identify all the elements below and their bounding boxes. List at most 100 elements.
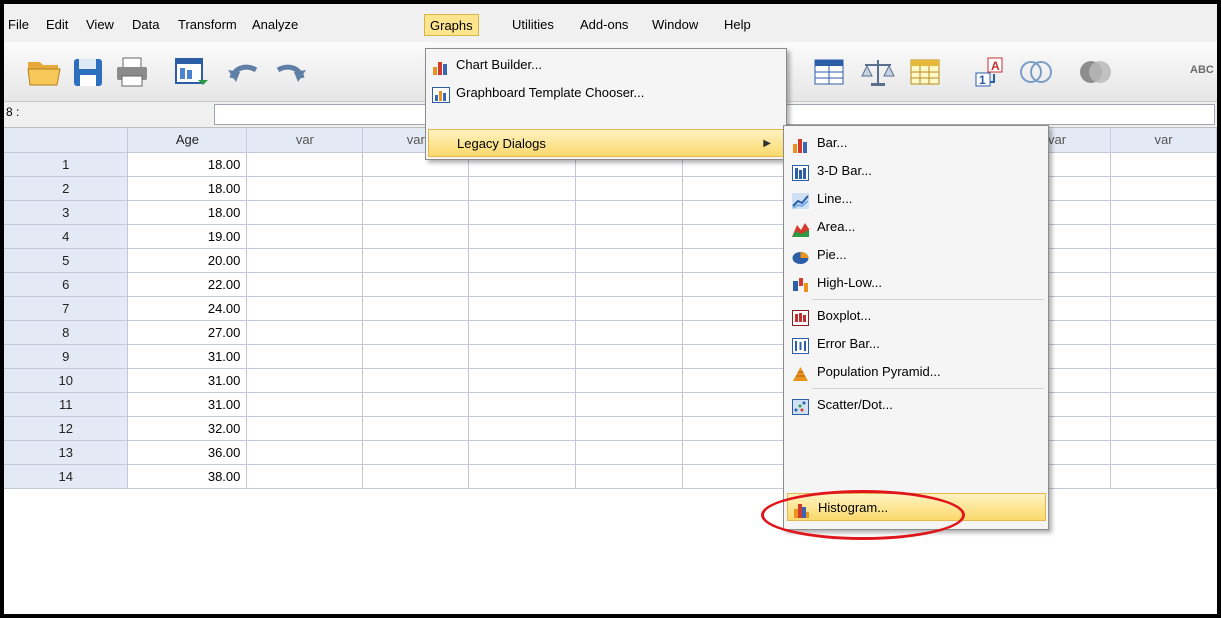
column-header-age[interactable]: Age	[127, 128, 248, 153]
menu-item-legacy-dialogs[interactable]: Legacy Dialogs ▶	[428, 129, 784, 157]
row-header[interactable]: 9	[4, 344, 129, 369]
cell-empty[interactable]	[1110, 344, 1217, 369]
cell-age[interactable]: 38.00	[127, 464, 248, 489]
cell-empty[interactable]	[246, 368, 364, 393]
cell-empty[interactable]	[1110, 416, 1217, 441]
cell-empty[interactable]	[1110, 464, 1217, 489]
menu-file[interactable]: File	[8, 14, 29, 36]
cell-empty[interactable]	[246, 248, 364, 273]
cell-empty[interactable]	[468, 272, 577, 297]
row-header[interactable]: 1	[4, 152, 129, 177]
menu-analyze[interactable]: Analyze	[252, 14, 298, 36]
redo-icon[interactable]	[272, 56, 308, 88]
cell-age[interactable]: 18.00	[127, 200, 248, 225]
spelling-icon[interactable]: ABC	[1190, 56, 1217, 88]
cell-age[interactable]: 18.00	[127, 176, 248, 201]
cell-empty[interactable]	[362, 320, 470, 345]
undo-icon[interactable]	[226, 56, 262, 88]
use-sets-icon[interactable]	[1018, 56, 1054, 88]
menu-item-error-bar[interactable]: Error Bar...	[787, 330, 1046, 358]
cell-empty[interactable]	[1110, 392, 1217, 417]
save-icon[interactable]	[70, 56, 106, 88]
cell-empty[interactable]	[468, 416, 577, 441]
cell-empty[interactable]	[682, 416, 791, 441]
cell-empty[interactable]	[468, 296, 577, 321]
row-header[interactable]: 2	[4, 176, 129, 201]
cell-empty[interactable]	[1110, 176, 1217, 201]
cell-empty[interactable]	[1110, 368, 1217, 393]
cell-empty[interactable]	[362, 344, 470, 369]
row-header[interactable]: 6	[4, 272, 129, 297]
cell-age[interactable]: 19.00	[127, 224, 248, 249]
row-header[interactable]: 8	[4, 320, 129, 345]
cell-empty[interactable]	[682, 200, 791, 225]
cell-empty[interactable]	[468, 176, 577, 201]
cell-empty[interactable]	[682, 320, 791, 345]
cell-empty[interactable]	[362, 200, 470, 225]
cell-age[interactable]: 31.00	[127, 368, 248, 393]
cell-empty[interactable]	[682, 224, 791, 249]
cell-age[interactable]: 22.00	[127, 272, 248, 297]
cell-empty[interactable]	[575, 296, 684, 321]
cell-empty[interactable]	[575, 344, 684, 369]
show-all-variables-icon[interactable]	[1078, 56, 1114, 88]
cell-empty[interactable]	[1110, 248, 1217, 273]
cell-empty[interactable]	[468, 224, 577, 249]
cell-empty[interactable]	[468, 368, 577, 393]
cell-empty[interactable]	[468, 320, 577, 345]
cell-empty[interactable]	[246, 440, 364, 465]
cell-empty[interactable]	[1110, 224, 1217, 249]
cell-empty[interactable]	[362, 464, 470, 489]
cell-empty[interactable]	[468, 464, 577, 489]
cell-empty[interactable]	[362, 368, 470, 393]
cell-empty[interactable]	[575, 392, 684, 417]
cell-empty[interactable]	[362, 416, 470, 441]
corner-cell[interactable]	[4, 128, 129, 153]
cell-empty[interactable]	[468, 440, 577, 465]
cell-empty[interactable]	[246, 176, 364, 201]
menu-transform[interactable]: Transform	[178, 14, 237, 36]
row-header[interactable]: 3	[4, 200, 129, 225]
cell-age[interactable]: 31.00	[127, 344, 248, 369]
menu-item-bar[interactable]: Bar...	[787, 129, 1046, 157]
cell-empty[interactable]	[246, 152, 364, 177]
cell-empty[interactable]	[575, 368, 684, 393]
menu-graphs[interactable]: Graphs	[424, 14, 479, 36]
cell-empty[interactable]	[575, 176, 684, 201]
cell-empty[interactable]	[362, 440, 470, 465]
cell-empty[interactable]	[246, 344, 364, 369]
menu-item-graphboard-template-chooser[interactable]: Graphboard Template Chooser...	[428, 79, 784, 107]
row-header[interactable]: 10	[4, 368, 129, 393]
menu-item-line[interactable]: Line...	[787, 185, 1046, 213]
cell-empty[interactable]	[575, 440, 684, 465]
cell-empty[interactable]	[362, 296, 470, 321]
cell-age[interactable]: 27.00	[127, 320, 248, 345]
cell-empty[interactable]	[246, 392, 364, 417]
cell-empty[interactable]	[468, 344, 577, 369]
cell-age[interactable]: 31.00	[127, 392, 248, 417]
cell-empty[interactable]	[682, 368, 791, 393]
row-header[interactable]: 12	[4, 416, 129, 441]
menu-add-ons[interactable]: Add-ons	[580, 14, 628, 36]
menu-data[interactable]: Data	[132, 14, 159, 36]
cell-empty[interactable]	[575, 464, 684, 489]
cell-empty[interactable]	[682, 464, 791, 489]
cell-empty[interactable]	[682, 296, 791, 321]
cell-empty[interactable]	[575, 200, 684, 225]
cell-empty[interactable]	[1110, 440, 1217, 465]
row-header[interactable]: 5	[4, 248, 129, 273]
cell-empty[interactable]	[246, 200, 364, 225]
cell-empty[interactable]	[246, 224, 364, 249]
cell-empty[interactable]	[682, 272, 791, 297]
cell-empty[interactable]	[575, 272, 684, 297]
cell-empty[interactable]	[682, 440, 791, 465]
select-cases-icon[interactable]	[908, 56, 944, 88]
cell-empty[interactable]	[682, 392, 791, 417]
menu-utilities[interactable]: Utilities	[512, 14, 554, 36]
dialog-recall-icon[interactable]	[172, 56, 208, 88]
cell-age[interactable]: 18.00	[127, 152, 248, 177]
menu-window[interactable]: Window	[652, 14, 698, 36]
row-header[interactable]: 11	[4, 392, 129, 417]
menu-item-pie[interactable]: Pie...	[787, 241, 1046, 269]
menu-item-area[interactable]: Area...	[787, 213, 1046, 241]
